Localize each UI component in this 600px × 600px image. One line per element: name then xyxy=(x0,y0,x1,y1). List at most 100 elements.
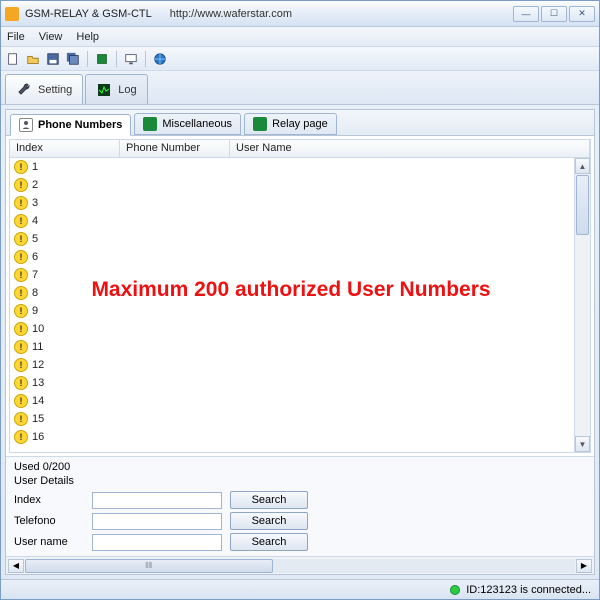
table-row[interactable]: !7 xyxy=(10,266,590,284)
table-row[interactable]: !11 xyxy=(10,338,590,356)
col-index[interactable]: Index xyxy=(10,140,120,157)
toolbar xyxy=(1,47,599,71)
row-index: 4 xyxy=(32,215,38,227)
table-row[interactable]: !8 xyxy=(10,284,590,302)
hscroll-track[interactable]: ⦀⦀ xyxy=(25,559,575,573)
table-row[interactable]: !12 xyxy=(10,356,590,374)
menu-view[interactable]: View xyxy=(39,31,63,43)
subtab-phone-numbers[interactable]: Phone Numbers xyxy=(10,114,131,136)
vertical-scrollbar[interactable]: ▲ ▼ xyxy=(574,158,590,452)
search-telefono-button[interactable]: Search xyxy=(230,512,308,530)
index-label: Index xyxy=(14,494,84,506)
col-phone[interactable]: Phone Number xyxy=(120,140,230,157)
status-dot-icon xyxy=(450,585,460,595)
warning-icon: ! xyxy=(14,214,28,228)
table-row[interactable]: !3 xyxy=(10,194,590,212)
sub-tabs: Phone Numbers Miscellaneous Relay page xyxy=(6,110,594,136)
list-header: Index Phone Number User Name xyxy=(10,140,590,158)
table-row[interactable]: ! 15 xyxy=(10,410,590,428)
app-window: GSM-RELAY & GSM-CTL http://www.waferstar… xyxy=(0,0,600,600)
tab-log[interactable]: Log xyxy=(85,74,147,104)
search-username-button[interactable]: Search xyxy=(230,533,308,551)
minimize-button[interactable]: — xyxy=(513,6,539,22)
new-icon[interactable] xyxy=(5,51,21,67)
table-row[interactable]: ! 13 xyxy=(10,374,590,392)
warning-icon: ! xyxy=(14,268,28,282)
warning-icon: ! xyxy=(14,160,28,174)
scroll-thumb[interactable] xyxy=(576,175,589,235)
scroll-up-button[interactable]: ▲ xyxy=(575,158,590,174)
content-area: Phone Numbers Miscellaneous Relay page I… xyxy=(5,109,595,575)
rows-container: Maximum 200 authorized User Numbers ▲ ▼ … xyxy=(10,158,590,452)
warning-icon: ! xyxy=(14,430,28,444)
warning-icon: ! xyxy=(14,304,28,318)
scroll-down-button[interactable]: ▼ xyxy=(575,436,590,452)
statusbar: ID:123123 is connected... xyxy=(1,579,599,599)
maximize-button[interactable]: ☐ xyxy=(541,6,567,22)
warning-icon: ! xyxy=(14,232,28,246)
save-icon[interactable] xyxy=(45,51,61,67)
row-index: 14 xyxy=(32,395,44,407)
details-panel: Used 0/200 User Details Index Search Tel… xyxy=(6,456,594,556)
warning-icon: ! xyxy=(14,322,28,336)
table-row[interactable]: !4 xyxy=(10,212,590,230)
tab-setting[interactable]: Setting xyxy=(5,74,83,104)
scroll-left-button[interactable]: ◀ xyxy=(8,559,24,573)
table-row[interactable]: !1 xyxy=(10,158,590,176)
subtab-phone-label: Phone Numbers xyxy=(38,119,122,131)
table-row[interactable]: !9 xyxy=(10,302,590,320)
app-icon xyxy=(5,7,19,21)
row-index: 6 xyxy=(32,251,38,263)
misc-icon xyxy=(143,117,157,131)
save-all-icon[interactable] xyxy=(65,51,81,67)
index-input[interactable] xyxy=(92,492,222,509)
details-header: User Details xyxy=(14,475,586,487)
subtab-relay-page[interactable]: Relay page xyxy=(244,113,337,135)
menubar: File View Help xyxy=(1,27,599,47)
globe-icon[interactable] xyxy=(152,51,168,67)
table-row[interactable]: !6 xyxy=(10,248,590,266)
subtab-misc-label: Miscellaneous xyxy=(162,118,232,130)
relay-icon xyxy=(253,117,267,131)
hscroll-thumb[interactable]: ⦀⦀ xyxy=(25,559,273,573)
username-input[interactable] xyxy=(92,534,222,551)
warning-icon: ! xyxy=(14,340,28,354)
menu-file[interactable]: File xyxy=(7,31,25,43)
row-index: 5 xyxy=(32,233,38,245)
row-index: 2 xyxy=(32,179,38,191)
warning-icon: ! xyxy=(14,250,28,264)
titlebar: GSM-RELAY & GSM-CTL http://www.waferstar… xyxy=(1,1,599,27)
subtab-miscellaneous[interactable]: Miscellaneous xyxy=(134,113,241,135)
scroll-right-button[interactable]: ▶ xyxy=(576,559,592,573)
window-title: GSM-RELAY & GSM-CTL xyxy=(25,8,152,20)
log-icon xyxy=(96,82,112,98)
phonebook-icon xyxy=(19,118,33,132)
horizontal-scrollbar[interactable]: ◀ ⦀⦀ ▶ xyxy=(6,556,594,574)
warning-icon: ! xyxy=(14,196,28,210)
table-row[interactable]: !10 xyxy=(10,320,590,338)
menu-help[interactable]: Help xyxy=(76,31,99,43)
table-row[interactable]: !2 xyxy=(10,176,590,194)
used-count: Used 0/200 xyxy=(14,461,586,473)
warning-icon: ! xyxy=(14,178,28,192)
table-row[interactable]: ! 14 xyxy=(10,392,590,410)
toolbar-divider xyxy=(116,51,117,67)
open-icon[interactable] xyxy=(25,51,41,67)
warning-icon: ! xyxy=(14,358,28,372)
table-row[interactable]: !16 xyxy=(10,428,590,446)
warning-icon: ! xyxy=(14,394,28,408)
col-user[interactable]: User Name xyxy=(230,140,590,157)
table-row[interactable]: !5 xyxy=(10,230,590,248)
monitor-icon[interactable] xyxy=(123,51,139,67)
search-index-button[interactable]: Search xyxy=(230,491,308,509)
close-button[interactable]: ✕ xyxy=(569,6,595,22)
username-label: User name xyxy=(14,536,84,548)
row-index: 7 xyxy=(32,269,38,281)
row-index: 13 xyxy=(32,377,44,389)
subtab-relay-label: Relay page xyxy=(272,118,328,130)
telefono-input[interactable] xyxy=(92,513,222,530)
warning-icon: ! xyxy=(14,376,28,390)
chip-icon[interactable] xyxy=(94,51,110,67)
warning-icon: ! xyxy=(14,412,28,426)
row-index: 15 xyxy=(32,413,44,425)
